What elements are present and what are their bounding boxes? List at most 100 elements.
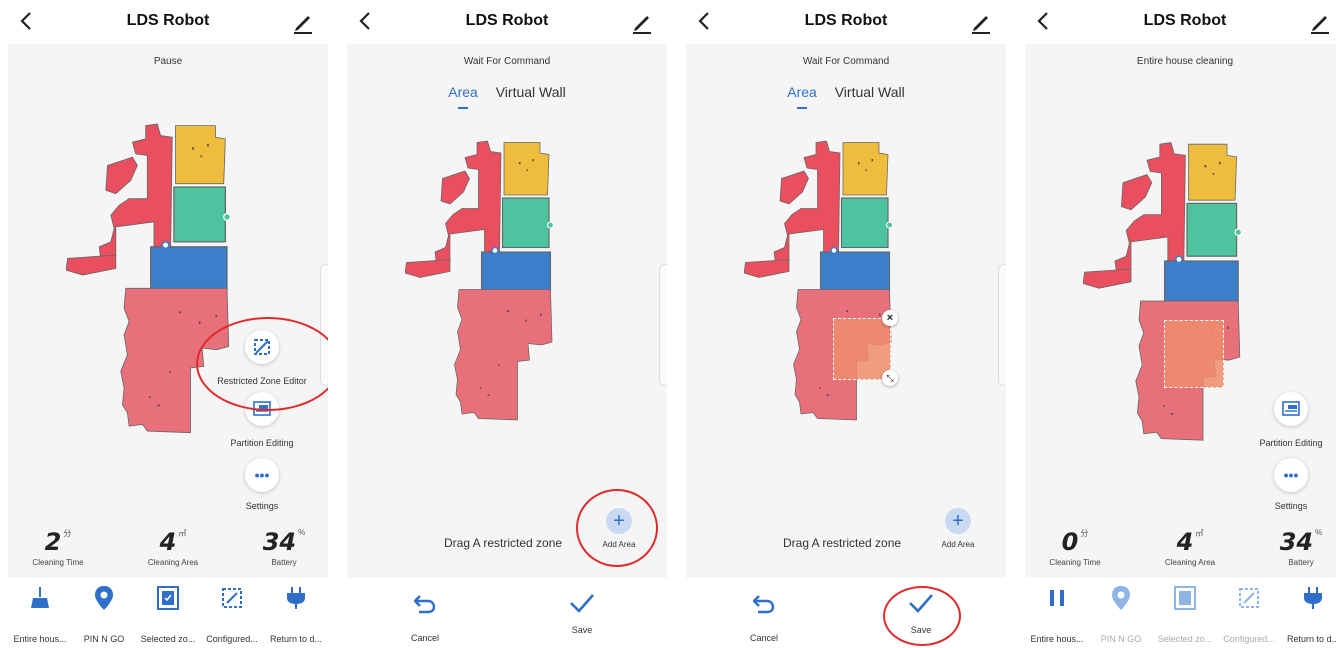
- add-area-button[interactable]: + Add Area: [928, 508, 988, 549]
- stat-unit: %: [1315, 528, 1323, 537]
- bottom-label: Configured...: [206, 634, 258, 644]
- robot-status: Pause: [153, 56, 183, 67]
- cancel-button[interactable]: Cancel: [734, 594, 794, 643]
- robot-status: Wait For Command: [802, 56, 890, 67]
- tab-virtual-wall[interactable]: Virtual Wall: [496, 84, 566, 100]
- bottom-actions: Cancel Save: [347, 578, 667, 648]
- bottom-label: Entire hous...: [13, 634, 67, 644]
- bottom-label: Return to d...: [1286, 634, 1336, 644]
- tab-area[interactable]: Area: [448, 84, 478, 109]
- settings-button[interactable]: •••: [245, 458, 279, 492]
- top-bar: LDS Robot: [347, 0, 667, 44]
- return-to-dock-button[interactable]: Return to d...: [264, 578, 328, 644]
- save-button[interactable]: Save: [552, 592, 612, 635]
- bottom-label: Return to d...: [269, 634, 323, 644]
- return-to-dock-button[interactable]: Return to d...: [1281, 578, 1336, 644]
- tab-virtual-wall[interactable]: Virtual Wall: [835, 84, 905, 100]
- stat-label: Cleaning Area: [147, 558, 199, 567]
- stat-unit: ㎡: [178, 529, 187, 538]
- pin-n-go-button[interactable]: PIN N GO: [1089, 578, 1153, 644]
- configured-zone-icon: [222, 588, 242, 608]
- page-title: LDS Robot: [804, 12, 888, 29]
- cancel-label: Cancel: [410, 633, 439, 643]
- top-bar: LDS Robot: [686, 0, 1006, 44]
- selected-zone-button[interactable]: Selected zo...: [136, 578, 200, 644]
- stat-cleaning-time: 0分 Cleaning Time: [1035, 528, 1115, 567]
- stat-value: 4: [1176, 528, 1194, 556]
- pencil-icon[interactable]: [970, 10, 992, 34]
- zone-tabs: Area Virtual Wall: [686, 84, 1006, 109]
- stat-cleaning-area: 4 ㎡ Cleaning Area: [1150, 528, 1230, 567]
- partition-editing-button[interactable]: [1274, 392, 1308, 426]
- add-area-label: Add Area: [941, 540, 975, 549]
- pencil-icon[interactable]: [631, 10, 653, 34]
- highlight-ring: [883, 586, 961, 646]
- bottom-label: PIN N GO: [83, 634, 125, 644]
- stat-unit: 分: [63, 529, 72, 538]
- restricted-zone-box[interactable]: [833, 318, 891, 380]
- floor-map[interactable]: [1083, 108, 1243, 478]
- selected-zone-button[interactable]: Selected zo...: [1153, 578, 1217, 644]
- configured-zone-icon: [1239, 588, 1259, 608]
- configured-zone-button[interactable]: Configured...: [1217, 578, 1281, 644]
- pin-n-go-button[interactable]: PIN N GO: [72, 578, 136, 644]
- drag-hint: Drag A restricted zone: [783, 536, 902, 550]
- zone-tabs: Area Virtual Wall: [347, 84, 667, 109]
- stat-label: Cleaning Time: [1049, 558, 1101, 567]
- side-drawer-handle[interactable]: [659, 264, 667, 386]
- entire-house-button[interactable]: Entire hous...: [8, 578, 72, 644]
- settings-label: Settings: [1274, 501, 1308, 511]
- save-label: Save: [571, 625, 593, 635]
- stat-value: 2: [44, 528, 62, 556]
- resize-icon[interactable]: ⤡: [882, 370, 898, 386]
- location-pin-icon: [1112, 586, 1130, 610]
- partition-icon: [1282, 401, 1300, 416]
- stat-value: 34: [262, 528, 297, 556]
- location-pin-icon: [95, 586, 113, 610]
- floor-map[interactable]: [744, 112, 894, 452]
- stat-value: 0: [1061, 528, 1079, 556]
- top-bar: LDS Robot: [1025, 0, 1336, 44]
- stat-label: Battery: [271, 558, 297, 567]
- partition-editing-label: Partition Editing: [1259, 438, 1323, 448]
- close-icon[interactable]: ×: [882, 310, 898, 326]
- stat-label: Cleaning Area: [1164, 558, 1216, 567]
- plus-icon: +: [945, 508, 971, 534]
- pause-icon: [1050, 590, 1064, 606]
- drag-hint: Drag A restricted zone: [444, 536, 563, 550]
- pencil-icon[interactable]: [1309, 10, 1331, 34]
- undo-icon: [413, 595, 436, 614]
- highlight-ring: [576, 489, 658, 567]
- bottom-label: Entire hous...: [1030, 634, 1084, 644]
- robot-status: Wait For Command: [463, 56, 551, 67]
- side-drawer-handle[interactable]: [998, 264, 1006, 386]
- stat-label: Cleaning Time: [32, 558, 84, 567]
- settings-button[interactable]: •••: [1274, 458, 1308, 492]
- more-dots-icon: •••: [254, 467, 270, 483]
- stat-value: 4: [159, 528, 177, 556]
- pencil-icon[interactable]: [292, 10, 314, 34]
- page-title: LDS Robot: [465, 12, 549, 29]
- top-bar: LDS Robot: [8, 0, 328, 44]
- pause-button[interactable]: Entire hous...: [1025, 578, 1089, 644]
- bottom-label: Configured...: [1223, 634, 1275, 644]
- partition-editing-label: Partition Editing: [230, 438, 294, 448]
- broom-icon: [31, 587, 49, 608]
- tab-area[interactable]: Area: [787, 84, 817, 109]
- stat-unit: 分: [1080, 529, 1089, 538]
- floor-map[interactable]: [66, 90, 232, 470]
- configured-zone-button[interactable]: Configured...: [200, 578, 264, 644]
- floor-map[interactable]: [405, 112, 555, 452]
- page-title: LDS Robot: [126, 12, 210, 29]
- stat-unit: ㎡: [1195, 529, 1204, 538]
- stat-value: 34: [1279, 528, 1314, 556]
- highlight-ring: [196, 317, 328, 411]
- cancel-label: Cancel: [749, 633, 778, 643]
- stat-label: Battery: [1288, 558, 1314, 567]
- stat-cleaning-area: 4 ㎡ Cleaning Area: [133, 528, 213, 567]
- check-icon: [570, 594, 594, 613]
- bottom-label: Selected zo...: [140, 634, 196, 644]
- panel-restricted-drawn: LDS Robot Wait For Command Area Virtual …: [686, 0, 1006, 648]
- cancel-button[interactable]: Cancel: [395, 594, 455, 643]
- stat-battery: 34% Battery: [1261, 528, 1336, 567]
